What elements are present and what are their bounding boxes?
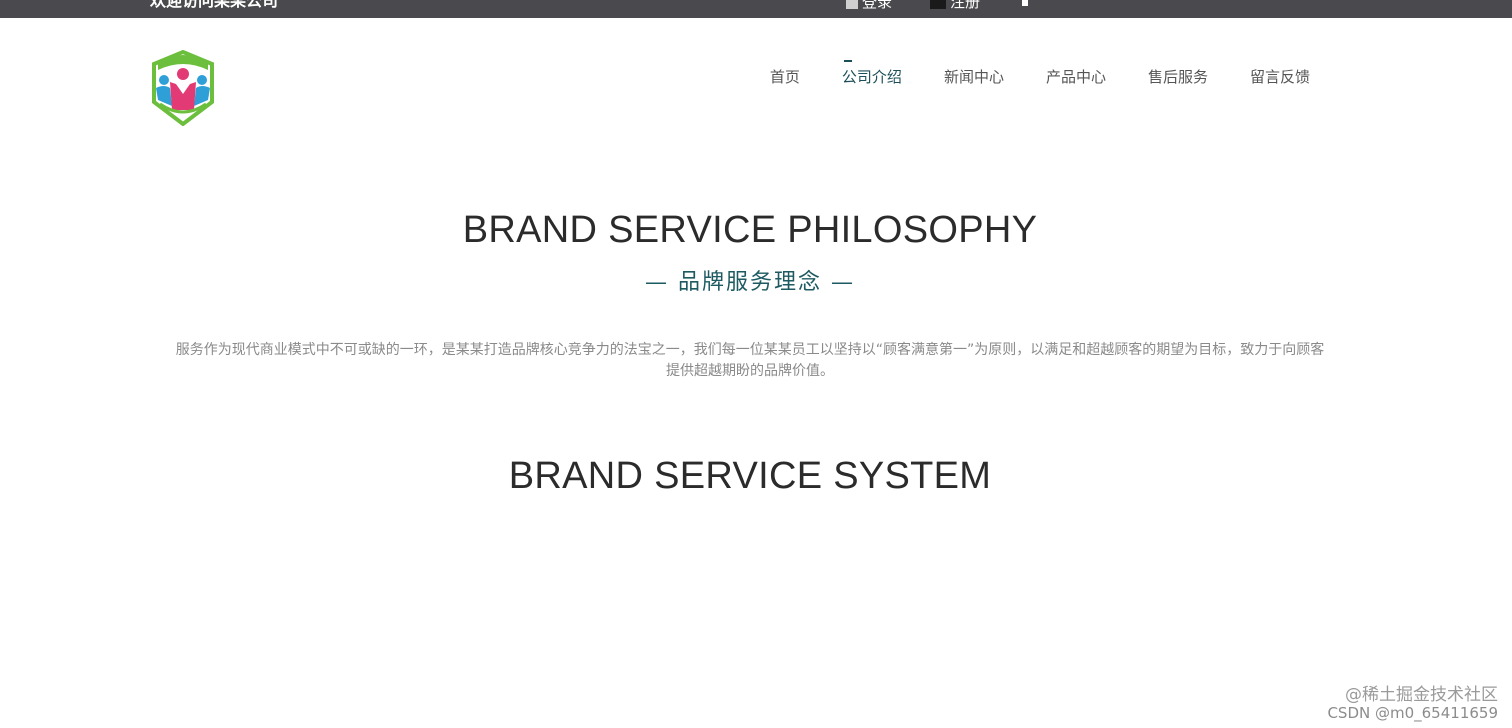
register-icon (930, 0, 946, 9)
welcome-text: 欢迎访问某某公司 (150, 0, 279, 10)
nav-feedback[interactable]: 留言反馈 (1250, 58, 1310, 96)
top-bar: 欢迎访问某某公司 登录 注册 (0, 0, 1512, 18)
logo[interactable] (150, 49, 216, 127)
login-label: 登录 (862, 0, 893, 11)
user-icon (846, 0, 858, 9)
nav-after-sales[interactable]: 售后服务 (1148, 58, 1208, 96)
main-nav: 首页 公司介绍 新闻中心 产品中心 售后服务 留言反馈 (728, 58, 1310, 96)
family-shield-logo-icon (152, 49, 214, 127)
philosophy-description: 服务作为现代商业模式中不可或缺的一环，是某某打造品牌核心竞争力的法宝之一，我们每… (175, 342, 1325, 379)
watermark-juejin: @稀土掘金技术社区 (1345, 685, 1498, 705)
watermark: @稀土掘金技术社区 CSDN @m0_65411659 (1327, 686, 1498, 722)
section-title-system: BRAND SERVICE SYSTEM (508, 455, 992, 497)
page: 欢迎访问某某公司 登录 注册 首页 公司介绍 新闻中心 产品中心 售后服务 留言… (0, 0, 1512, 728)
nav-company-intro[interactable]: 公司介绍 (842, 58, 902, 96)
section-subtitle: — 品牌服务理念 — (645, 270, 855, 295)
nav-home[interactable]: 首页 (770, 58, 800, 96)
section-title-philosophy: BRAND SERVICE PHILOSOPHY (462, 209, 1038, 251)
register-link[interactable]: 注册 (930, 0, 980, 12)
phone-item (1022, 0, 1028, 6)
login-link[interactable]: 登录 (846, 0, 892, 12)
phone-icon (1022, 0, 1028, 6)
register-label: 注册 (950, 0, 981, 11)
nav-news-center[interactable]: 新闻中心 (944, 58, 1004, 96)
nav-product-center[interactable]: 产品中心 (1046, 58, 1106, 96)
header: 首页 公司介绍 新闻中心 产品中心 售后服务 留言反馈 (0, 18, 1512, 138)
watermark-csdn: CSDN @m0_65411659 (1327, 704, 1498, 722)
